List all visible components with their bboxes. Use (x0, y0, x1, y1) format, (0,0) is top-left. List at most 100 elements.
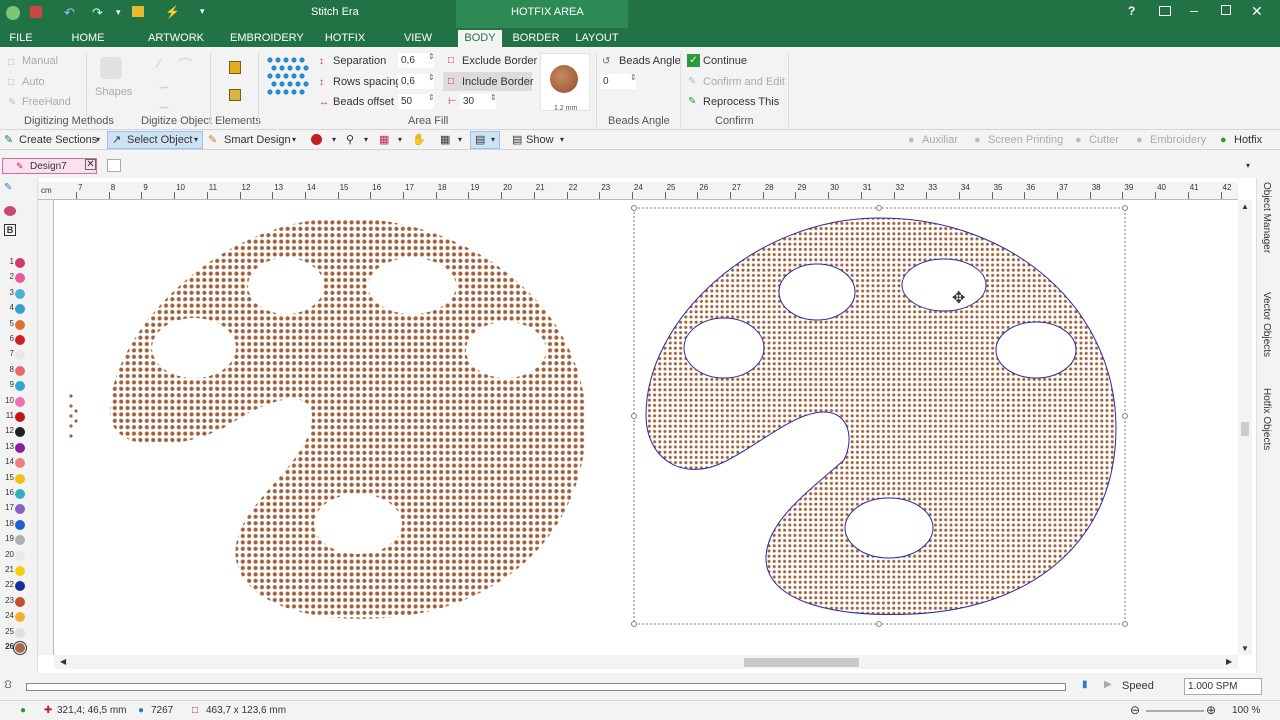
element-icon[interactable] (229, 89, 241, 101)
artwork-original[interactable] (94, 200, 614, 640)
panel-vector-objects[interactable]: Vector Objects (1261, 292, 1272, 357)
progress-slider[interactable] (26, 683, 1066, 691)
new-tab-icon[interactable] (107, 159, 121, 172)
align-icon[interactable]: ▤ (475, 132, 485, 148)
embroidery-radio[interactable]: ● (1136, 132, 1143, 148)
dropdown-icon[interactable]: ▾ (194, 132, 198, 148)
spinner-icon[interactable]: ⇕ (490, 93, 497, 102)
mode-embroidery[interactable]: Embroidery (1150, 132, 1206, 148)
spinner-icon[interactable]: ⇕ (630, 73, 637, 82)
palette-swatch[interactable] (15, 381, 25, 392)
palette-swatch[interactable] (15, 258, 25, 268)
scroll-thumb[interactable] (1241, 422, 1249, 436)
palette-swatch[interactable] (15, 550, 25, 561)
artwork-hotfix[interactable]: ✥ (631, 205, 1128, 627)
dropdown-icon[interactable]: ▾ (458, 132, 462, 148)
grid-icon[interactable]: ▦ (440, 132, 450, 148)
show-button[interactable]: Show (526, 132, 554, 148)
palette-swatch[interactable] (15, 396, 25, 407)
zoom-in-icon[interactable]: ⊕ (1206, 703, 1216, 717)
zoom-icon[interactable]: ⚲ (346, 132, 354, 148)
auto-button[interactable]: Auto (22, 76, 45, 88)
mode-cutter[interactable]: Cutter (1089, 132, 1119, 148)
screen-printing-radio[interactable]: ● (974, 132, 981, 148)
panel-hotfix-objects[interactable]: Hotfix Objects (1261, 388, 1272, 450)
select-object-button[interactable]: Select Object (127, 132, 192, 148)
dropdown-icon[interactable]: ▾ (398, 132, 402, 148)
scroll-down-icon[interactable]: ▼ (1241, 644, 1249, 653)
dropdown-icon[interactable]: ▾ (1246, 161, 1250, 170)
speed-select[interactable]: 1.000 SPM (1184, 678, 1262, 695)
palette-swatch[interactable] (15, 319, 25, 330)
scroll-up-icon[interactable]: ▲ (1241, 202, 1249, 211)
bead-fill-icon[interactable] (266, 56, 310, 96)
palette-swatch[interactable] (15, 442, 25, 453)
palette-swatch[interactable] (15, 489, 25, 499)
background-icon[interactable]: B (4, 224, 16, 236)
palette-swatch[interactable] (15, 473, 25, 484)
design-canvas[interactable]: ✥ (54, 200, 1238, 655)
hotfix-radio[interactable]: ● (1220, 132, 1227, 148)
palette-swatch[interactable] (15, 427, 25, 438)
dropdown-icon[interactable]: ▾ (96, 132, 100, 148)
tab-file[interactable]: FILE (4, 30, 38, 47)
pan-hand-icon[interactable]: ✋ (412, 132, 426, 148)
save-icon[interactable] (30, 6, 42, 18)
palette-swatch[interactable] (15, 288, 25, 299)
color-icon[interactable] (4, 206, 16, 216)
minimize-icon[interactable]: – (1190, 2, 1198, 18)
create-sections-button[interactable]: Create Sections (19, 132, 97, 148)
mode-auxiliar[interactable]: Auxiliar (922, 132, 958, 148)
palette-swatch[interactable] (15, 566, 25, 576)
palette-swatch[interactable] (15, 612, 25, 623)
line-icon[interactable]: ∕ (158, 55, 160, 71)
tab-hotfix[interactable]: HOTFIX (320, 30, 370, 47)
tab-body[interactable]: BODY (458, 30, 502, 47)
palette-swatch[interactable] (15, 627, 25, 638)
mode-screen-printing[interactable]: Screen Printing (988, 132, 1063, 148)
element-icon[interactable] (229, 61, 241, 74)
customize-icon[interactable]: ▾ (200, 6, 205, 17)
palette-swatch[interactable] (15, 458, 25, 469)
manual-button[interactable]: Manual (22, 55, 58, 67)
dropdown-icon[interactable]: ▾ (116, 7, 121, 18)
exclude-border-button[interactable]: Exclude Border (462, 55, 537, 67)
reprocess-button[interactable]: Reprocess This (703, 96, 779, 108)
mode-hotfix[interactable]: Hotfix (1234, 132, 1262, 148)
zoom-slider[interactable] (1146, 710, 1204, 712)
print-icon[interactable]: ▦ (379, 132, 389, 148)
tab-border[interactable]: BORDER (510, 30, 562, 47)
color-picker-icon[interactable] (311, 134, 322, 145)
tab-artwork[interactable]: ARTWORK (146, 30, 206, 47)
palette-swatch[interactable] (15, 412, 25, 422)
stop-icon[interactable]: ▮ (1082, 679, 1088, 690)
panel-object-manager[interactable]: Object Manager (1261, 182, 1272, 253)
open-icon[interactable] (132, 6, 144, 17)
palette-swatch[interactable] (15, 304, 25, 315)
palette-swatch[interactable] (15, 535, 25, 546)
spinner-icon[interactable]: ⇕ (428, 73, 435, 82)
vertical-scrollbar[interactable]: ▲ ▼ (1238, 200, 1252, 655)
spinner-icon[interactable]: ⇕ (428, 52, 435, 61)
spinner-icon[interactable]: ⇕ (428, 93, 435, 102)
continue-button[interactable]: Continue (703, 55, 747, 67)
maximize-icon[interactable] (1221, 5, 1231, 15)
close-icon[interactable]: ✕ (1251, 3, 1263, 20)
tab-embroidery[interactable]: EMBROIDERY (230, 30, 304, 47)
step-icon[interactable]: ▶ (1104, 679, 1112, 690)
dropdown-icon[interactable]: ▾ (560, 132, 564, 148)
tab-home[interactable]: HOME (66, 30, 110, 47)
dropdown-icon[interactable]: ▾ (292, 132, 296, 148)
dropdown-icon[interactable]: ▾ (364, 132, 368, 148)
palette-swatch[interactable] (15, 365, 25, 376)
palette-swatch[interactable] (15, 596, 25, 607)
dropdown-icon[interactable]: ▾ (332, 132, 336, 148)
palette-swatch[interactable] (15, 273, 25, 284)
tab-view[interactable]: VIEW (398, 30, 438, 47)
scroll-thumb[interactable] (744, 658, 859, 667)
include-border-button[interactable]: Include Border (462, 76, 534, 88)
confirm-edit-button[interactable]: Confirm and Edit (703, 76, 785, 88)
help-icon[interactable]: ? (1128, 4, 1135, 18)
bolt-icon[interactable]: ⚡ (165, 5, 180, 19)
auxiliar-radio[interactable]: ● (908, 132, 915, 148)
